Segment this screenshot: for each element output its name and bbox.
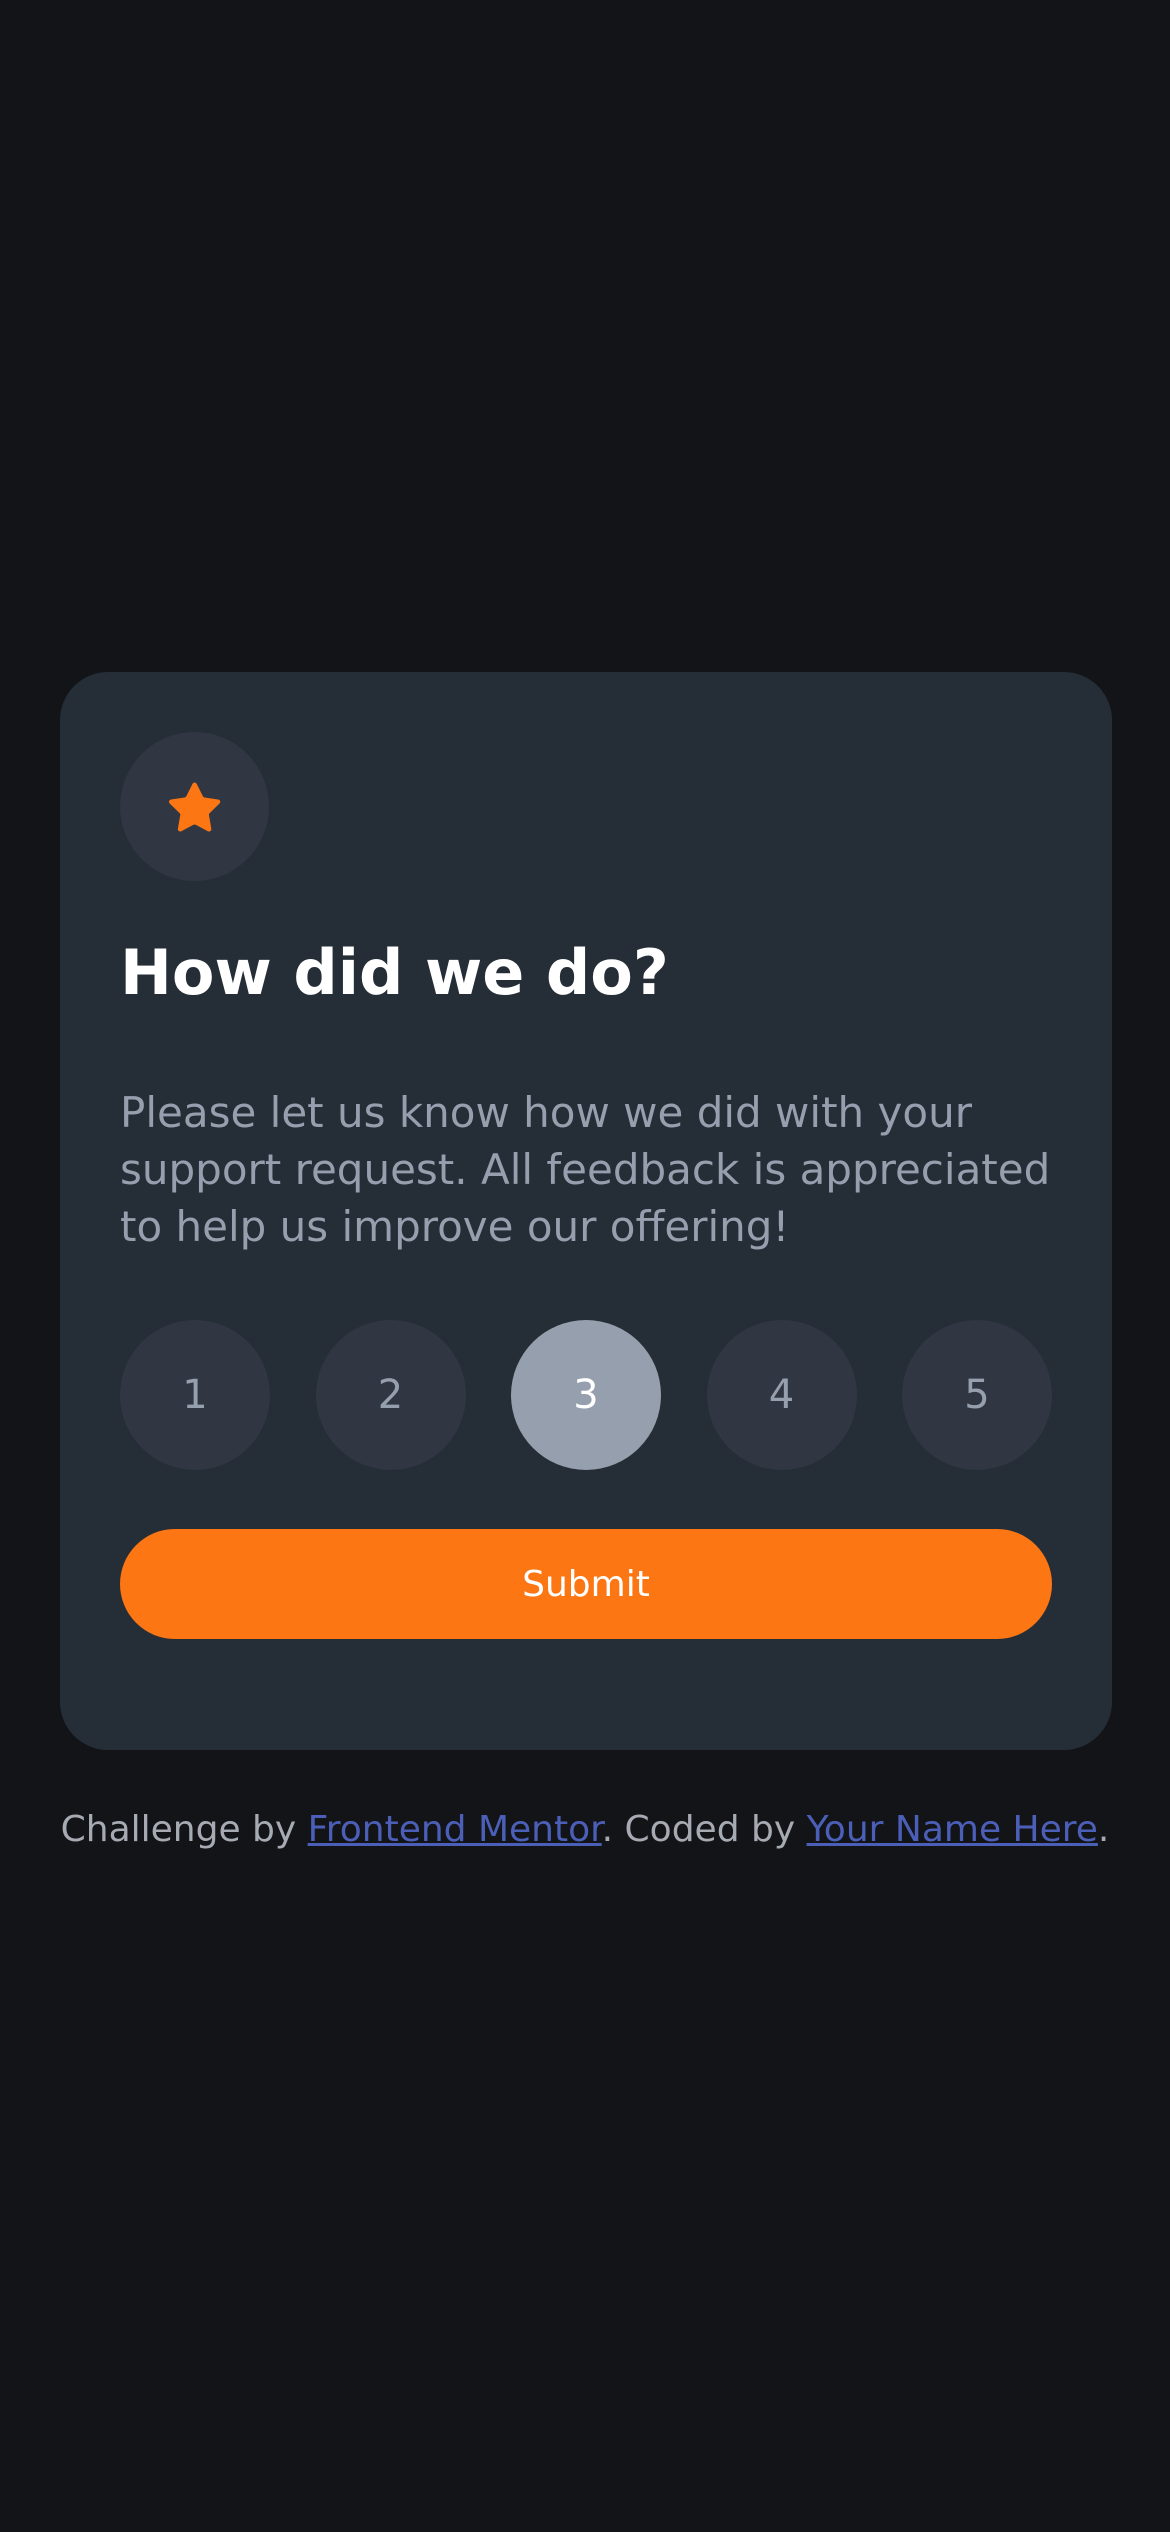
rating-2-button[interactable]: 2 [315,1320,466,1470]
rating-1-button[interactable]: 1 [120,1320,270,1470]
star-icon [168,782,220,831]
submit-button[interactable]: Submit [120,1529,1052,1639]
rating-3-button[interactable]: 3 [511,1320,661,1470]
frontend-mentor-link[interactable]: Frontend Mentor [308,1809,602,1850]
card-title: How did we do? [120,936,669,1009]
rating-4-button[interactable]: 4 [706,1320,857,1470]
attribution: Challenge by Frontend Mentor. Coded by Y… [0,1805,1170,1855]
rating-5-button[interactable]: 5 [902,1320,1052,1470]
star-badge [120,732,269,881]
card-description: Please let us know how we did with your … [120,1088,1051,1251]
author-link[interactable]: Your Name Here [807,1809,1098,1850]
rating-card: How did we do? Please let us know how we… [60,672,1112,1750]
attribution-middle: . Coded by [601,1809,807,1850]
rating-options: 1 2 3 4 5 [120,1320,1052,1470]
attribution-suffix: . [1097,1809,1110,1850]
attribution-prefix: Challenge by [60,1809,308,1850]
